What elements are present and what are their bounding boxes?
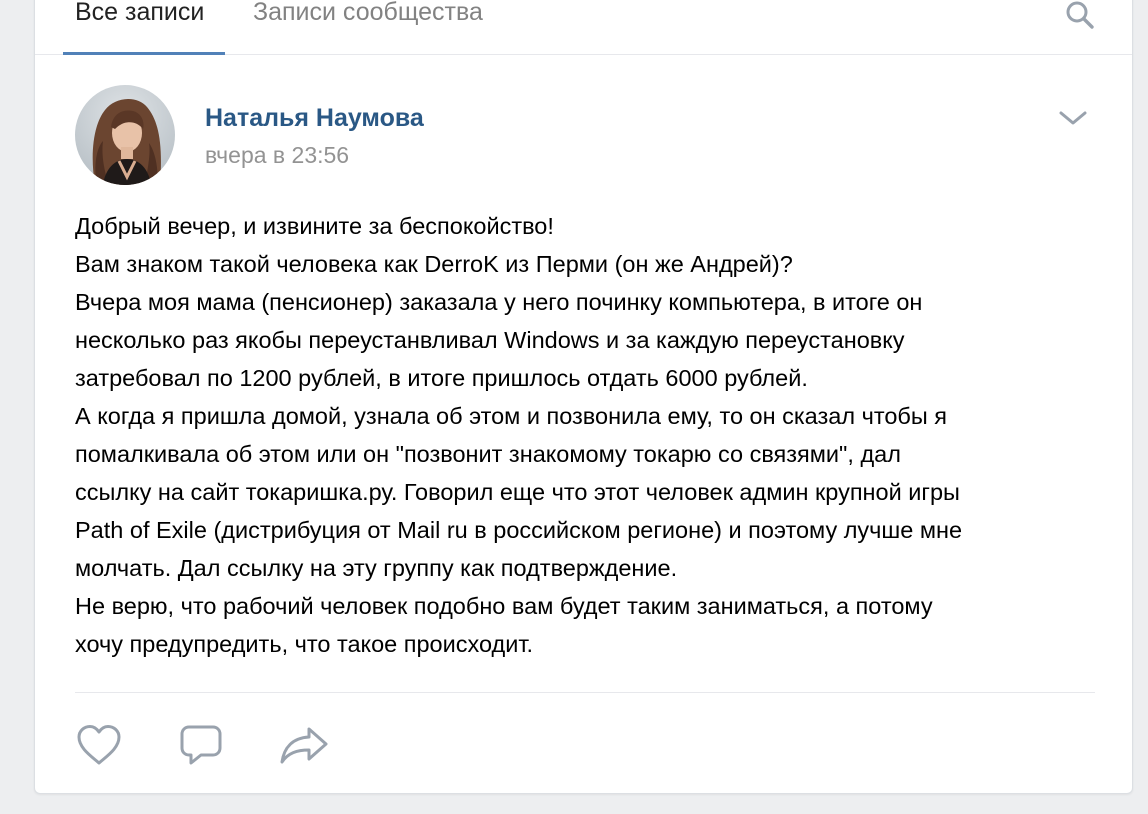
chevron-down-icon bbox=[1059, 111, 1087, 125]
active-tab-indicator bbox=[63, 52, 225, 55]
author-name-link[interactable]: Наталья Наумова bbox=[205, 103, 424, 133]
post-text-line: Не верю, что рабочий человек подобно вам… bbox=[75, 593, 933, 619]
post-date[interactable]: вчера в 23:56 bbox=[205, 141, 349, 169]
post-text-line: Path of Exile (дистрибуция от Mail ru в … bbox=[75, 517, 963, 543]
like-button[interactable] bbox=[75, 723, 123, 767]
post-text-line: затребовал по 1200 рублей, в итоге пришл… bbox=[75, 365, 808, 391]
post-text-line: несколько раз якобы переустанвливал Wind… bbox=[75, 327, 905, 353]
comment-button[interactable] bbox=[179, 723, 223, 767]
post-text-line: ссылку на сайт токаришка.ру. Говорил еще… bbox=[75, 479, 960, 505]
avatar[interactable] bbox=[75, 85, 175, 185]
divider bbox=[75, 692, 1095, 693]
search-button[interactable] bbox=[1064, 0, 1096, 31]
heart-icon bbox=[77, 725, 121, 765]
post-text-line: Вам знаком такой человека как DerroK из … bbox=[75, 251, 793, 277]
search-icon bbox=[1066, 1, 1094, 29]
avatar-photo bbox=[75, 85, 175, 185]
share-arrow-icon bbox=[280, 727, 328, 764]
share-button[interactable] bbox=[279, 725, 329, 765]
post-text-line: хочу предупредить, что такое происходит. bbox=[75, 631, 534, 657]
tabs-bar: Все записи Записи сообщества bbox=[35, 0, 1132, 55]
post-menu-button[interactable] bbox=[1058, 109, 1088, 127]
tab-all-posts[interactable]: Все записи bbox=[75, 0, 204, 27]
post-text-line: Добрый вечер, и извините за беспокойство… bbox=[75, 213, 554, 239]
post-text-line: помалкивала об этом или он "позвонит зна… bbox=[75, 441, 901, 467]
post-text-line: молчать. Дал ссылку на эту группу как по… bbox=[75, 555, 678, 581]
post-text: Добрый вечер, и извините за беспокойство… bbox=[75, 207, 1095, 663]
post-text-line: Вчера моя мама (пенсионер) заказала у не… bbox=[75, 289, 923, 315]
tab-community-posts[interactable]: Записи сообщества bbox=[253, 0, 483, 27]
post-card: Все записи Записи сообщества Наталья Нау… bbox=[34, 0, 1133, 794]
post-text-line: А когда я пришла домой, узнала об этом и… bbox=[75, 403, 947, 429]
comment-icon bbox=[180, 725, 222, 765]
